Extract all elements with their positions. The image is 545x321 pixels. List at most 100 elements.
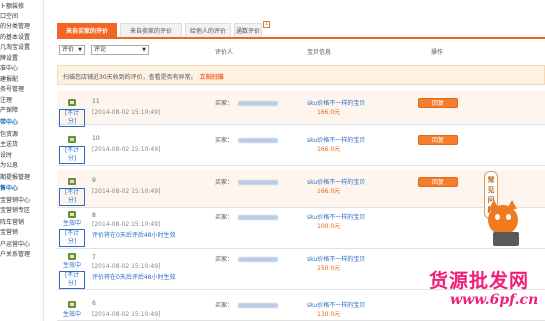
chevron-down-icon: ▼ xyxy=(142,47,146,53)
scan-notice: 扫描您店铺近30天收到的评价，查看是否有异常。 立刻扫描 xyxy=(57,65,545,85)
review-score-status: [不计分] xyxy=(59,229,85,247)
rating-icon xyxy=(68,211,76,218)
sidebar-item[interactable]: 户关系管理 xyxy=(0,250,44,260)
rating-icon xyxy=(68,136,76,143)
tab-seller-reviews[interactable]: 来自卖家的评价 xyxy=(120,23,182,38)
sidebar-item[interactable]: 宝营销 xyxy=(0,228,44,238)
sidebar-item[interactable]: 口空间 xyxy=(0,12,44,22)
sidebar-item[interactable]: 包资源 xyxy=(0,130,44,140)
no-score-tag: [不计分] xyxy=(59,271,85,289)
buyer-name-redacted xyxy=(238,101,279,106)
product-price: 166.0元 xyxy=(317,188,341,195)
watermark-url: www.6pf.cn xyxy=(450,292,539,308)
review-date: [2014-08-02 15:10:49] xyxy=(92,221,161,228)
review-content: 9 xyxy=(92,177,96,184)
tab-underline xyxy=(57,37,545,39)
faq-char: 见 xyxy=(487,186,495,194)
column-header-action: 操作 xyxy=(431,49,444,56)
buyer-name-redacted xyxy=(238,215,279,220)
tab-given-reviews[interactable]: 给他人的评价 xyxy=(185,23,231,38)
sidebar-item[interactable]: 务号管理 xyxy=(0,85,44,95)
rating-icon xyxy=(68,301,76,308)
buyer-info: 买家： xyxy=(215,135,279,144)
sidebar-item[interactable]: 期提报管理 xyxy=(0,173,44,183)
no-score-tag: [不计分] xyxy=(59,109,85,127)
sidebar-item[interactable]: 几淘宝设置 xyxy=(0,43,44,53)
sidebar-item[interactable]: 产保障 xyxy=(0,106,44,116)
review-score-status: [不计分] xyxy=(59,109,85,127)
left-sidebar: ト额装修 口空间 的分类管理 的基本设置 几淘宝设置 牌设置 准中心 建报配 务号管理 注理 产保障… xyxy=(0,0,44,321)
column-header-reviewer: 评价人 xyxy=(215,49,234,56)
sidebar-item[interactable]: 的基本设置 xyxy=(0,33,44,43)
buyer-name-redacted xyxy=(238,257,279,262)
chevron-down-icon: ▼ xyxy=(78,47,82,53)
no-score-tag: [不计分] xyxy=(59,229,85,247)
tab-buyer-reviews[interactable]: 来自买家的评价 xyxy=(57,23,117,38)
product-link[interactable]: sku价格不一样的宝贝 xyxy=(307,212,365,221)
review-row: [不计分] 11 [2014-08-02 15:10:49] 买家： sku价格不一样的… xyxy=(57,91,545,127)
sidebar-item[interactable]: 的分类管理 xyxy=(0,22,44,32)
product-link[interactable]: sku价格不一样的宝贝 xyxy=(307,254,365,263)
sidebar-item[interactable]: 宝营销中心 xyxy=(0,196,44,206)
buyer-name-redacted xyxy=(238,180,279,185)
buyer-label: 买家： xyxy=(215,179,234,186)
review-row: [不计分] 10 [2014-08-02 15:10:49] 买家： sku价格不一样的… xyxy=(57,128,545,166)
watermark-title: 货源批发网 xyxy=(429,270,530,292)
review-score-status: [不计分] xyxy=(59,188,85,206)
sidebar-item[interactable]: 宝营销专区 xyxy=(0,206,44,216)
buyer-label: 买家： xyxy=(215,256,234,263)
buyer-info: 买家： xyxy=(215,177,279,186)
buyer-name-redacted xyxy=(238,303,279,308)
effective-notice: 评价将在0天后评后48小时生效 xyxy=(92,232,176,239)
mascot-eye xyxy=(506,214,511,220)
sidebar-item[interactable]: 牌设置 xyxy=(0,54,44,64)
sidebar-item[interactable]: 设时 xyxy=(0,151,44,161)
rating-icon xyxy=(68,178,76,185)
product-price: 166.0元 xyxy=(317,109,341,116)
review-status: 生效中 xyxy=(62,262,81,269)
sidebar-item[interactable]: 为公息 xyxy=(0,161,44,171)
column-header-product: 宝贝信息 xyxy=(307,49,332,56)
review-content: 7 xyxy=(92,254,96,261)
product-price: 100.0元 xyxy=(317,223,341,230)
mascot-face xyxy=(488,205,518,235)
buyer-name-redacted xyxy=(238,138,279,143)
comment-filter-select[interactable]: 评论 ▼ xyxy=(91,45,149,55)
review-content: 10 xyxy=(92,135,100,142)
effective-notice: 评价将在0天后评后48小时生效 xyxy=(92,274,176,281)
sidebar-item[interactable]: 户运营中心 xyxy=(0,240,44,250)
no-score-tag: [不计分] xyxy=(59,146,85,164)
scan-now-link[interactable]: 立刻扫描 xyxy=(200,74,224,81)
sidebar-item[interactable]: ト额装修 xyxy=(0,2,44,12)
sidebar-item[interactable]: 主送货 xyxy=(0,140,44,150)
tab-count-badge: 1 xyxy=(263,21,270,28)
review-score-status: [不计分] xyxy=(59,146,85,164)
faq-char: 常 xyxy=(487,176,495,184)
review-content: 11 xyxy=(92,98,100,105)
sidebar-item[interactable]: 注理 xyxy=(0,96,44,106)
rating-filter-label: 评价 xyxy=(62,46,75,53)
sidebar-item[interactable]: 准中心 xyxy=(0,64,44,74)
product-link[interactable]: sku价格不一样的宝贝 xyxy=(307,98,365,107)
product-link[interactable]: sku价格不一样的宝贝 xyxy=(307,135,365,144)
sidebar-item[interactable]: 建报配 xyxy=(0,75,44,85)
product-price: 150.0元 xyxy=(317,265,341,272)
review-content: 8 xyxy=(92,212,96,219)
reply-button[interactable]: 回复 xyxy=(418,135,458,145)
buyer-label: 买家： xyxy=(215,214,234,221)
review-date: [2014-08-02 15:10:49] xyxy=(92,188,161,195)
rating-filter-select[interactable]: 评价 ▼ xyxy=(59,45,85,55)
buyer-info: 买家： xyxy=(215,212,279,221)
buyer-label: 买家： xyxy=(215,137,234,144)
reply-button[interactable]: 回复 xyxy=(418,98,458,108)
sidebar-item[interactable]: 阵车营销 xyxy=(0,218,44,228)
product-link[interactable]: sku价格不一样的宝贝 xyxy=(307,177,365,186)
review-date: [2014-08-02 15:10:49] xyxy=(92,146,161,153)
mascot-eye xyxy=(495,214,500,220)
tab-other-reviews[interactable]: 通数评价 xyxy=(234,23,262,38)
review-date: [2014-08-02 15:10:49] xyxy=(92,109,161,116)
product-link[interactable]: sku价格不一样的宝贝 xyxy=(307,300,365,309)
reply-button[interactable]: 回复 xyxy=(418,177,458,187)
review-row: 生效中 [不计分] 8 [2014-08-02 15:10:49] 评价将在0天后评后4… xyxy=(57,208,545,249)
rating-icon xyxy=(68,253,76,260)
